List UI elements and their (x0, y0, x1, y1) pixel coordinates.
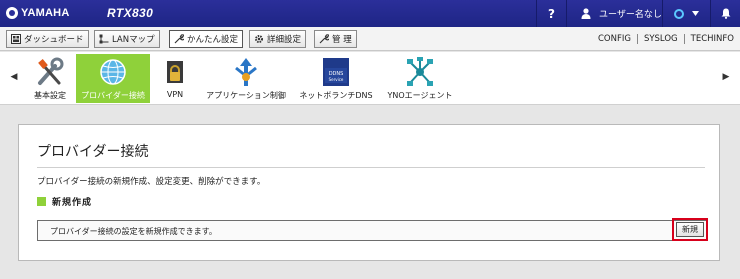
user-name: ユーザー名なし (599, 10, 662, 20)
menu-item-provider-connection[interactable]: プロバイダー接続 (76, 54, 150, 103)
tab-advanced-settings[interactable]: 詳細設定 (249, 30, 307, 48)
menu-item-label: プロバイダー接続 (81, 91, 145, 100)
bell-icon (721, 8, 730, 19)
tab-lan-map[interactable]: LANマップ (94, 30, 160, 48)
tab-management-label: 管 理 (332, 35, 352, 45)
status-menu[interactable] (662, 0, 710, 27)
menu-item-label: YNOエージェント (387, 91, 453, 100)
menu-item-label: ネットボランチDNS (299, 91, 373, 100)
menu-item-netvolante-dns[interactable]: DDNS Service ネットボランチDNS (296, 54, 376, 103)
dashboard-icon (11, 34, 21, 44)
menu-item-label: アプリケーション制御 (206, 91, 286, 100)
menu-item-vpn[interactable]: VPN (158, 54, 192, 103)
tab-management[interactable]: 管 理 (314, 30, 357, 48)
scroll-right-arrow-icon[interactable]: ▶ (720, 72, 732, 84)
status-indicator-icon (674, 8, 684, 19)
model-name: RTX830 (107, 6, 154, 20)
menu-item-application-control[interactable]: アプリケーション制御 (200, 54, 292, 103)
global-nav: ダッシュボード LANマップ かんたん設定 詳細設定 管 理 CONFIG SY… (0, 27, 740, 51)
lan-map-icon (99, 34, 109, 44)
techinfo-link[interactable]: TECHINFO (683, 34, 740, 44)
page-description: プロバイダー接続の新規作成、設定変更、削除ができます。 (37, 177, 266, 187)
page-title: プロバイダー接続 (37, 144, 149, 160)
tab-easy-setup[interactable]: かんたん設定 (169, 30, 244, 48)
section-heading: 新規作成 (37, 195, 92, 208)
chevron-down-icon (692, 11, 699, 16)
content-panel: プロバイダー接続 プロバイダー接続の新規作成、設定変更、削除ができます。 新規作… (18, 124, 720, 261)
title-divider (37, 167, 705, 168)
new-button-highlight: 新規 (672, 218, 708, 241)
svg-text:Service: Service (329, 77, 344, 82)
section-marker-icon (37, 197, 46, 206)
config-link[interactable]: CONFIG (592, 34, 637, 44)
menu-item-label: VPN (166, 90, 184, 99)
menu-item-basic-settings[interactable]: 基本設定 (26, 54, 74, 103)
user-menu[interactable]: ユーザー名なし (566, 0, 662, 27)
tab-advanced-settings-label: 詳細設定 (267, 35, 302, 45)
help-button[interactable]: ? (536, 0, 566, 27)
ddns-service-icon: DDNS Service (323, 58, 349, 86)
new-button[interactable]: 新規 (676, 222, 704, 237)
yno-network-icon (407, 57, 433, 86)
yamaha-emblem-icon (6, 7, 18, 19)
utility-links: CONFIG SYSLOG TECHINFO (592, 27, 740, 51)
section-title: 新規作成 (52, 198, 93, 208)
menu-item-yno-agent[interactable]: YNOエージェント (380, 54, 460, 103)
scroll-left-arrow-icon[interactable]: ◀ (8, 72, 20, 84)
user-icon (581, 8, 591, 19)
gear-icon (255, 35, 263, 43)
tab-lan-map-label: LANマップ (112, 35, 155, 45)
feature-menu: ◀ 基本設定 プロバイダー接続 VPN アプリケーション制御 DDNS Serv… (0, 52, 740, 105)
notification-button[interactable] (710, 0, 740, 27)
globe-icon (100, 59, 126, 85)
tools-icon (38, 57, 64, 85)
app-control-icon (235, 58, 257, 86)
wrench-icon (174, 34, 184, 44)
syslog-link[interactable]: SYSLOG (636, 34, 684, 44)
tab-easy-setup-label: かんたん設定 (187, 35, 239, 45)
vpn-lock-icon (167, 61, 183, 83)
yamaha-logo: YAMAHA (6, 6, 69, 20)
help-icon: ? (548, 6, 555, 21)
tab-dashboard[interactable]: ダッシュボード (6, 30, 89, 48)
menu-item-label: 基本設定 (34, 91, 66, 100)
brand-name: YAMAHA (21, 7, 70, 19)
tab-dashboard-label: ダッシュボード (24, 35, 84, 45)
create-new-row-text: プロバイダー接続の設定を新規作成できます。 (50, 227, 217, 236)
wrench-icon (319, 34, 329, 44)
create-new-row: プロバイダー接続の設定を新規作成できます。 新規 (37, 218, 708, 241)
top-bar: YAMAHA RTX830 ? ユーザー名なし (0, 0, 740, 27)
